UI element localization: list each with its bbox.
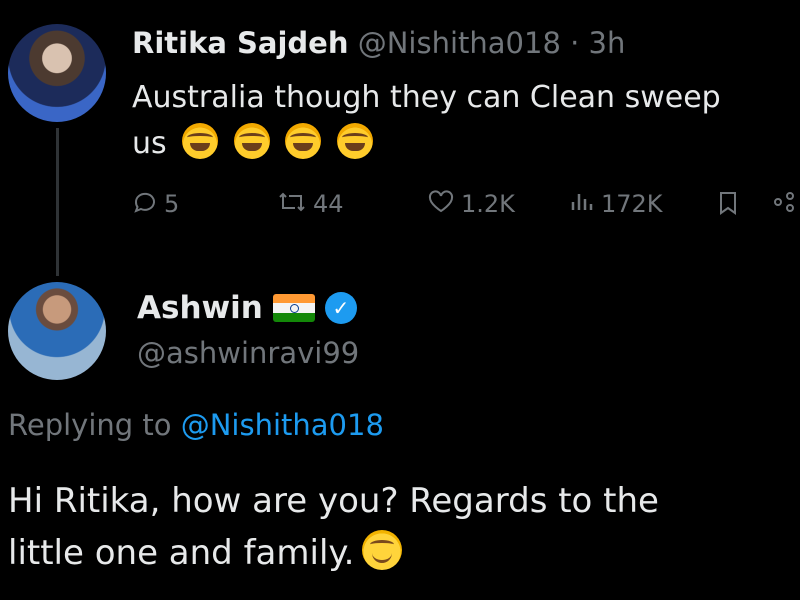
tweet1-author-name[interactable]: Ritika Sajdeh: [132, 26, 349, 60]
views-chart-icon: [569, 190, 595, 218]
tweet1-action-bar: 5 44 1.2K 172K: [132, 190, 800, 230]
like-count: 1.2K: [461, 190, 515, 218]
rofl-emoji: [336, 123, 373, 159]
views-count: 172K: [601, 190, 663, 218]
rofl-emoji: [285, 123, 322, 159]
replying-to-line: Replying to @Nishitha018: [8, 408, 384, 442]
like-button[interactable]: 1.2K: [427, 190, 515, 218]
tweet2-author-handle[interactable]: @ashwinravi99: [137, 336, 359, 370]
thread-connector-line: [56, 128, 59, 276]
rofl-emoji: [233, 123, 270, 159]
avatar-ashwin[interactable]: [8, 282, 106, 380]
tweet2-text-line2-row: little one and family.: [8, 527, 798, 579]
tweet1-body: Australia though they can Clean sweep us: [132, 75, 792, 167]
tweet1-time[interactable]: 3h: [589, 26, 626, 60]
share-icon: [772, 190, 796, 218]
replying-to-prefix: Replying to: [8, 408, 181, 442]
verified-badge-icon[interactable]: ✓: [324, 292, 357, 324]
tweet2-author-name[interactable]: Ashwin: [137, 290, 263, 326]
views-button[interactable]: 172K: [569, 190, 663, 218]
reply-count: 5: [164, 190, 180, 218]
tweet1-text-line2: us: [132, 121, 792, 167]
tweet1-text-line1: Australia though they can Clean sweep: [132, 80, 721, 115]
tweet2-text-line1: Hi Ritika, how are you? Regards to the: [8, 481, 659, 521]
avatar-ritika[interactable]: [8, 24, 106, 122]
heart-icon: [427, 190, 455, 218]
repost-icon: [277, 190, 307, 218]
bookmark-icon: [717, 190, 739, 220]
share-button[interactable]: [772, 190, 796, 218]
replying-to-handle-link[interactable]: @Nishitha018: [181, 408, 384, 442]
reply-icon: [132, 190, 158, 218]
india-flag-icon: [272, 294, 315, 322]
tweet1-separator: ·: [570, 26, 580, 60]
smiling-face-emoji: [362, 530, 403, 570]
bookmark-button[interactable]: [717, 190, 739, 220]
tweet1-author-handle[interactable]: @Nishitha018: [358, 26, 561, 60]
tweet2-author-row: Ashwin ✓: [137, 290, 357, 326]
rofl-emoji: [182, 123, 219, 159]
reply-button[interactable]: 5: [132, 190, 179, 218]
tweet2-text-line2: little one and family.: [8, 533, 355, 573]
tweet2-body: Hi Ritika, how are you? Regards to the l…: [8, 475, 798, 579]
tweet1-header: Ritika Sajdeh @Nishitha018 · 3h: [132, 26, 625, 60]
repost-button[interactable]: 44: [277, 190, 344, 218]
tweet1-text-line2-text: us: [132, 126, 167, 161]
repost-count: 44: [313, 190, 344, 218]
